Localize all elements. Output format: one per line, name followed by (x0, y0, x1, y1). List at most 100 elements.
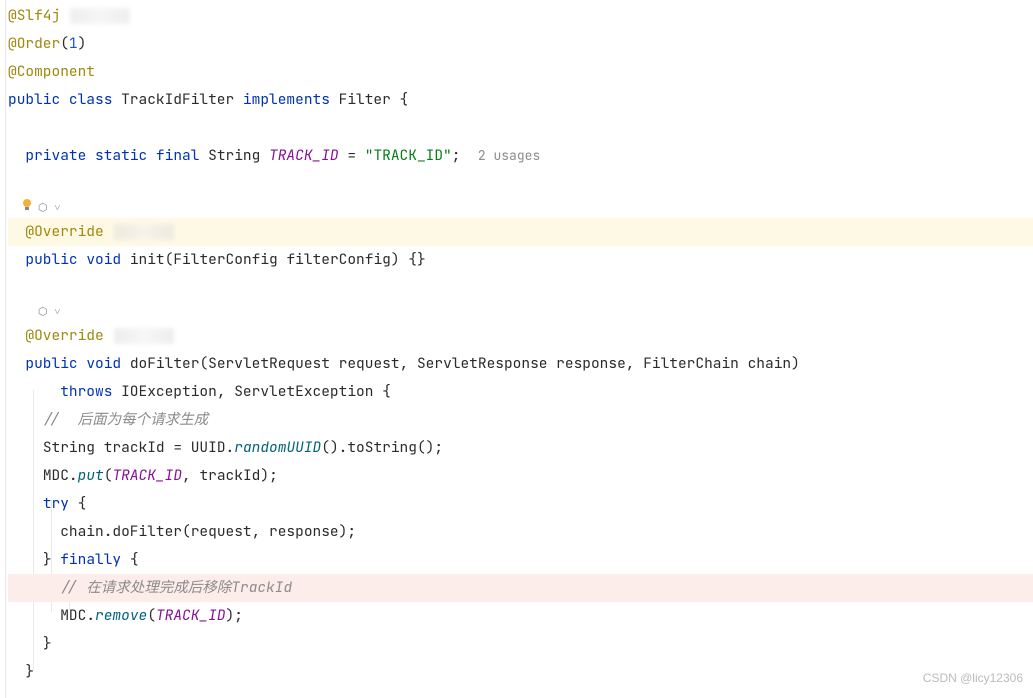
annotation: @Order (8, 34, 60, 53)
type-name: ServletResponse (417, 354, 548, 373)
annotation: @Component (8, 62, 95, 81)
code-line[interactable]: @Override (8, 322, 1033, 350)
code-line[interactable]: @Slf4j (8, 2, 1033, 30)
paren: ( (199, 354, 208, 373)
operator: = (339, 146, 365, 165)
keyword: public (25, 250, 77, 269)
method-marker-icon[interactable]: ⬡ ˅ (38, 302, 60, 322)
gutter-icon-line[interactable]: ⬡ ˅ (8, 198, 1033, 218)
code-line[interactable]: private static final String TRACK_ID = "… (8, 142, 1033, 170)
paren: ) (330, 438, 339, 457)
paren: ) (791, 354, 800, 373)
static-method: remove (95, 606, 147, 625)
semicolon: ; (269, 466, 278, 485)
semicolon: ; (434, 438, 443, 457)
code-line[interactable]: chain.doFilter(request, response); (8, 518, 1033, 546)
gutter-icon-line[interactable]: ⬡ ˅ (8, 302, 1033, 322)
code-line[interactable] (8, 114, 1033, 142)
paren: ( (321, 438, 330, 457)
comma: , (217, 382, 234, 401)
annotation: @Override (25, 326, 103, 345)
code-line[interactable]: } (8, 658, 1033, 686)
code-line[interactable]: // 后面为每个请求生成 (8, 406, 1033, 434)
keyword: public (8, 90, 60, 109)
code-line[interactable]: public void init(FilterConfig filterConf… (8, 246, 1033, 274)
keyword: void (86, 250, 121, 269)
brace: { (78, 494, 87, 513)
empty-body: {} (408, 250, 425, 269)
field-name: TRACK_ID (269, 146, 339, 165)
brace: } (25, 662, 34, 681)
brace: } (43, 634, 52, 653)
keyword: implements (243, 90, 330, 109)
code-line[interactable]: public void doFilter(ServletRequest requ… (8, 350, 1033, 378)
paren: ) (391, 250, 400, 269)
var-name: trackId (104, 438, 165, 457)
code-line[interactable]: } (8, 630, 1033, 658)
code-line[interactable]: MDC.remove(TRACK_ID); (8, 602, 1033, 630)
type-name: Filter (339, 90, 391, 109)
string-literal: "TRACK_ID" (365, 146, 452, 165)
type-name: String (43, 438, 95, 457)
code-line[interactable]: String trackId = UUID.randomUUID().toStr… (8, 434, 1033, 462)
class-ref: UUID (191, 438, 226, 457)
keyword: throws (60, 382, 112, 401)
keyword: static (95, 146, 147, 165)
keyword: public (25, 354, 77, 373)
keyword: private (25, 146, 86, 165)
code-line[interactable]: MDC.put(TRACK_ID, trackId); (8, 462, 1033, 490)
dot: . (226, 438, 235, 457)
code-line[interactable] (8, 170, 1033, 198)
comma: , (252, 522, 269, 541)
type-name: String (208, 146, 260, 165)
paren: ( (147, 606, 156, 625)
code-line[interactable]: @Override (8, 218, 1033, 246)
brace: { (130, 550, 139, 569)
code-line[interactable]: } finally { (8, 546, 1033, 574)
intention-bulb-icon[interactable] (20, 198, 34, 218)
blurred-region (114, 328, 174, 344)
paren: ) (226, 606, 235, 625)
usage-hint[interactable]: 2 usages (478, 147, 540, 164)
type-name: FilterConfig (173, 250, 277, 269)
method-call: doFilter (112, 522, 182, 541)
code-line[interactable]: @Component (8, 58, 1033, 86)
paren: ( (417, 438, 426, 457)
code-line[interactable]: try { (8, 490, 1033, 518)
brace: } (43, 550, 52, 569)
var-ref: trackId (199, 466, 260, 485)
var-ref: request (191, 522, 252, 541)
keyword: void (86, 354, 121, 373)
keyword: final (156, 146, 200, 165)
param-name: filterConfig (286, 250, 390, 269)
code-line[interactable]: throws IOException, ServletException { (8, 378, 1033, 406)
paren: ) (78, 34, 87, 53)
type-name: FilterChain (643, 354, 739, 373)
comment: // 在请求处理完成后移除TrackId (60, 578, 292, 597)
brace: { (382, 382, 391, 401)
paren: ( (182, 522, 191, 541)
code-line[interactable]: public class TrackIdFilter implements Fi… (8, 86, 1033, 114)
semicolon: ; (234, 606, 243, 625)
gutter (0, 0, 6, 698)
param-name: chain (748, 354, 792, 373)
code-line[interactable]: // 在请求处理完成后移除TrackId (8, 574, 1033, 602)
code-line[interactable] (8, 274, 1033, 302)
method-marker-icon[interactable]: ⬡ ˅ (38, 198, 60, 218)
method-name: doFilter (130, 354, 200, 373)
dot: . (69, 466, 78, 485)
class-ref: MDC (43, 466, 69, 485)
class-ref: MDC (60, 606, 86, 625)
comma: , (400, 354, 417, 373)
code-line[interactable]: @Order(1) (8, 30, 1033, 58)
paren: ( (60, 34, 69, 53)
code-editor[interactable]: @Slf4j @Order(1) @Component public class… (0, 0, 1033, 686)
type-name: IOException (121, 382, 217, 401)
var-ref: chain (60, 522, 104, 541)
comment: // 后面为每个请求生成 (43, 410, 208, 429)
class-name: TrackIdFilter (121, 90, 234, 109)
keyword: finally (60, 550, 121, 569)
blurred-region (70, 8, 130, 24)
number-literal: 1 (69, 34, 78, 53)
semicolon: ; (452, 146, 461, 165)
